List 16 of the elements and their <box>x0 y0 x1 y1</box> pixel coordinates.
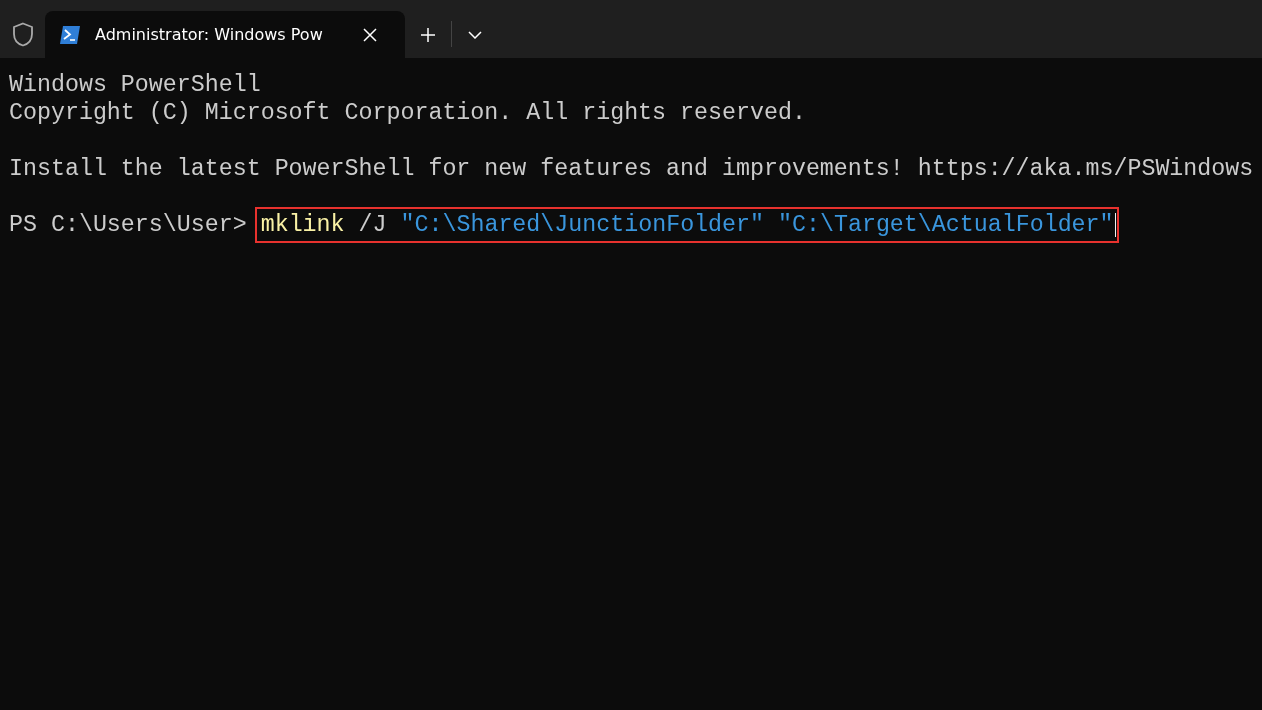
shield-icon <box>12 22 34 47</box>
path-argument: "C:\Target\ActualFolder" <box>778 211 1114 239</box>
plus-icon <box>420 26 436 43</box>
tab-title: Administrator: Windows Pow <box>95 25 324 44</box>
console-output-line: Copyright (C) Microsoft Corporation. All rights reserved. <box>9 99 806 127</box>
close-icon <box>363 27 377 42</box>
terminal-tab[interactable]: Administrator: Windows Pow <box>45 11 405 58</box>
powershell-icon <box>59 24 81 45</box>
text-cursor <box>1114 213 1116 237</box>
chevron-down-icon <box>468 30 482 39</box>
prompt-text: PS C:\Users\User> <box>9 211 247 239</box>
command-name: mklink <box>260 211 345 239</box>
command-parameter: /J <box>358 211 387 239</box>
path-argument: "C:\Shared\JunctionFolder" <box>400 211 765 239</box>
console-output-line: Install the latest PowerShell for new features and improvements! https://aka.ms/PSWindows <box>9 155 1254 183</box>
console-output-line: Windows PowerShell <box>9 71 261 99</box>
